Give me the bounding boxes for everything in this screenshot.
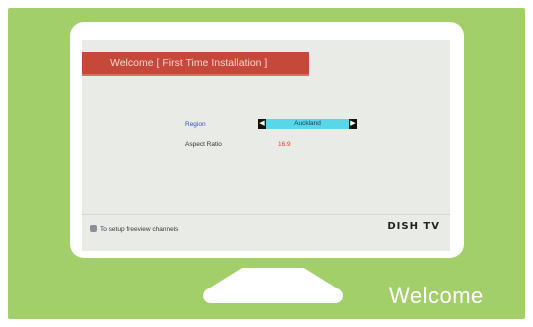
arrow-left-icon[interactable]: ◀ bbox=[258, 119, 266, 129]
region-selector[interactable]: ◀ Auckland ▶ bbox=[258, 119, 357, 129]
footer-hint-text: To setup freeview channels bbox=[100, 226, 179, 233]
region-label: Region bbox=[185, 121, 206, 128]
brand-logo: DISH TV bbox=[387, 221, 440, 232]
region-value: Auckland bbox=[294, 120, 321, 127]
aspect-ratio-value[interactable]: 16:9 bbox=[278, 141, 291, 148]
footer-hint: To setup freeview channels bbox=[90, 225, 178, 233]
tv-screen: Welcome [ First Time Installation ] Regi… bbox=[82, 40, 450, 251]
monitor-stand-base bbox=[203, 288, 343, 303]
arrow-right-icon[interactable]: ▶ bbox=[349, 119, 357, 129]
caption-text: Welcome bbox=[389, 283, 484, 308]
footer-divider bbox=[82, 214, 450, 215]
screen-title: Welcome [ First Time Installation ] bbox=[82, 52, 309, 76]
ok-button-icon bbox=[90, 225, 97, 232]
aspect-ratio-label: Aspect Ratio bbox=[185, 141, 222, 148]
